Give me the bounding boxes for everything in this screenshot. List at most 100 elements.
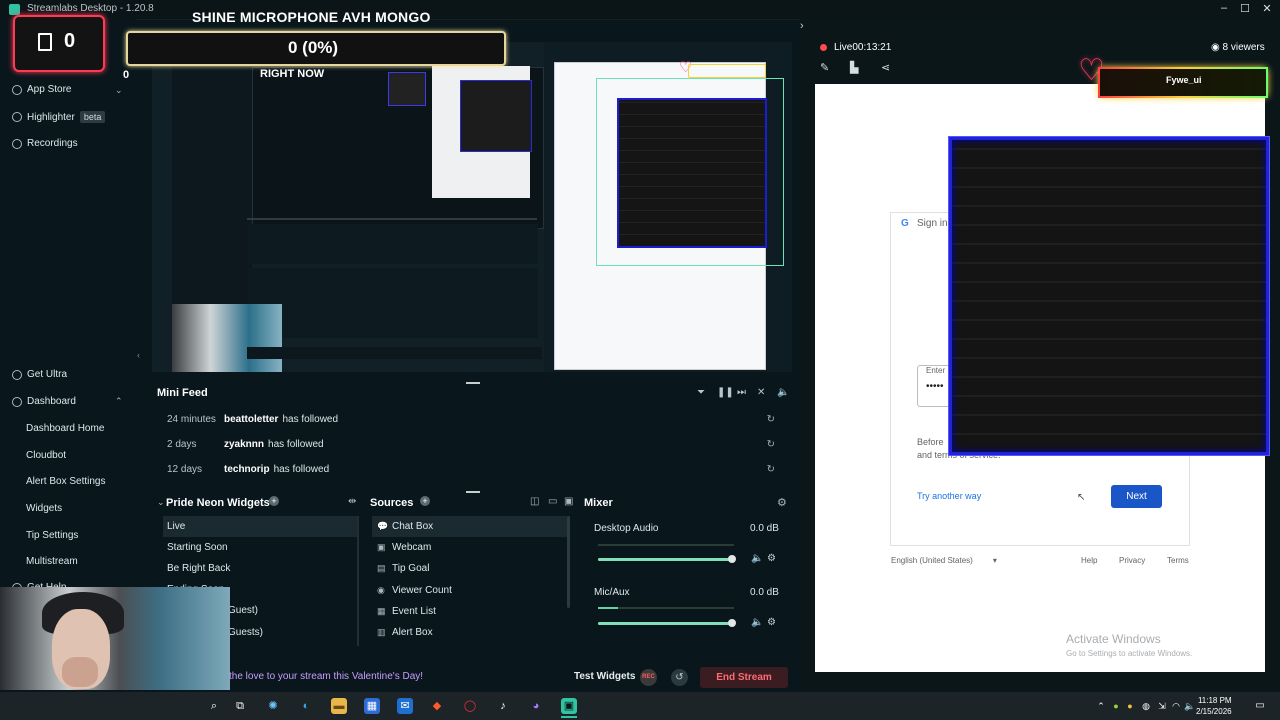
sidebar-item-dashboard[interactable]: Dashboard <box>12 396 76 407</box>
next-button[interactable]: Next <box>1111 485 1162 508</box>
collapse-sidebar-icon[interactable]: ‹ <box>137 350 140 360</box>
replay-icon[interactable]: ↻ <box>767 439 775 450</box>
terms-link[interactable]: Terms <box>1167 556 1189 565</box>
volume-slider[interactable] <box>598 619 736 627</box>
minimize-icon[interactable]: – <box>1215 2 1233 16</box>
share-icon[interactable]: ⋖ <box>881 61 890 74</box>
add-source-icon[interactable]: + <box>420 496 430 506</box>
scene-item[interactable]: Starting Soon <box>163 537 358 558</box>
brave-icon[interactable]: ◆ <box>429 698 445 714</box>
skip-icon[interactable]: ⏭ <box>737 387 746 398</box>
task-view-icon[interactable]: ⧉ <box>232 698 248 714</box>
source-item[interactable]: 💬 Chat Box <box>372 516 567 537</box>
tray-app-icon[interactable]: ◍ <box>1138 698 1154 714</box>
tray-app-icon[interactable]: ● <box>1122 698 1138 714</box>
chevron-down-icon[interactable]: ⌄ <box>115 85 123 96</box>
chevron-up-icon[interactable]: ⌃ <box>1093 698 1109 714</box>
volume-icon[interactable]: 🔈 <box>777 387 789 398</box>
ultra-icon <box>12 369 22 380</box>
filter-icon[interactable]: ⏷ <box>697 387 705 398</box>
volume-fill <box>598 622 734 625</box>
chevron-right-icon[interactable]: › <box>800 20 804 32</box>
mute-alerts-icon[interactable]: ✕ <box>757 387 765 398</box>
replay-icon[interactable]: ↻ <box>767 464 775 475</box>
goal-value: 0 (0%) <box>288 38 339 57</box>
slider-knob[interactable] <box>728 619 736 627</box>
source-selection-box[interactable] <box>596 78 784 266</box>
close-icon[interactable]: ✕ <box>1258 2 1276 16</box>
list-item: 12 days technorip has followed ↻ <box>157 457 789 482</box>
viewer-count-text: 8 viewers <box>1222 42 1265 53</box>
slider-knob[interactable] <box>728 555 736 563</box>
pause-icon[interactable]: ❚❚ <box>717 387 734 398</box>
file-explorer-icon[interactable]: ▬ <box>331 698 347 714</box>
sidebar-item-tip-settings[interactable]: Tip Settings <box>26 530 78 541</box>
add-folder-icon[interactable]: ▣ <box>564 496 573 507</box>
gear-icon[interactable]: ⚙ <box>767 617 776 628</box>
scene-item[interactable]: Be Right Back <box>163 558 358 579</box>
sidebar-item-recordings[interactable]: Recordings <box>12 138 78 149</box>
gear-icon[interactable]: ⚙ <box>767 553 776 564</box>
scenes-title[interactable]: Pride Neon Widgets <box>166 497 270 509</box>
sidebar-item-app-store[interactable]: App Store <box>12 84 71 95</box>
store-icon[interactable]: ▦ <box>364 698 380 714</box>
stream-preview[interactable]: ♡ <box>152 42 792 372</box>
activate-windows-title: Activate Windows <box>1066 632 1161 646</box>
tiktok-icon[interactable]: ♪ <box>495 698 511 714</box>
test-widgets-button[interactable]: Test Widgets <box>574 671 635 682</box>
source-item[interactable]: ▤ Tip Goal <box>372 558 567 579</box>
chevron-down-icon[interactable]: ⌄ <box>157 497 165 508</box>
language-select[interactable]: English (United States) ▾ <box>891 556 997 565</box>
capture-icon[interactable]: ▙ <box>850 61 858 74</box>
clock-time: 11:18 PM <box>1197 696 1232 705</box>
copilot-icon[interactable]: ✺ <box>265 698 281 714</box>
sidebar-item-dashboard-home[interactable]: Dashboard Home <box>26 423 104 434</box>
privacy-link[interactable]: Privacy <box>1119 556 1145 565</box>
edit-icon[interactable]: ✎ <box>820 61 829 74</box>
source-item[interactable]: ▦ Event List <box>372 601 567 622</box>
transition-icon[interactable]: ⇹ <box>348 496 356 507</box>
try-another-way-link[interactable]: Try another way <box>917 491 981 501</box>
gear-icon[interactable]: ⚙ <box>777 496 787 509</box>
sidebar-item-highlighter[interactable]: Highlighter beta <box>12 111 106 123</box>
minifeed-title: Mini Feed <box>157 387 208 399</box>
speaker-icon[interactable]: 🔈 <box>751 553 763 564</box>
end-stream-button[interactable]: End Stream <box>700 667 788 688</box>
drag-handle[interactable] <box>466 382 480 384</box>
source-item[interactable]: ▥ Alert Box <box>372 622 567 643</box>
sidebar-item-cloudbot[interactable]: Cloudbot <box>26 450 66 461</box>
edge-icon[interactable]: ◐ <box>298 698 314 714</box>
maximize-icon[interactable]: ☐ <box>1236 2 1254 16</box>
rec-button[interactable]: REC <box>640 669 657 686</box>
opera-icon[interactable]: ◯ <box>462 698 478 714</box>
sidebar-item-get-ultra[interactable]: Get Ultra <box>12 369 67 380</box>
add-scene-icon[interactable]: + <box>269 496 279 506</box>
valentine-banner: the love to your stream this Valentine's… <box>229 671 424 682</box>
source-item[interactable]: ▣ Webcam <box>372 537 567 558</box>
drag-handle[interactable] <box>466 491 480 493</box>
sidebar-item-widgets[interactable]: Widgets <box>26 503 62 514</box>
mail-icon[interactable]: ✉ <box>397 698 413 714</box>
speaker-icon[interactable]: 🔈 <box>751 617 763 628</box>
replay-icon[interactable]: ↻ <box>767 414 775 425</box>
clock[interactable]: 11:18 PM 2/15/2026 <box>1196 695 1232 717</box>
source-item[interactable]: ◉ Viewer Count <box>372 580 567 601</box>
search-icon[interactable]: ⌕ <box>206 698 222 714</box>
folder-icon[interactable]: ▭ <box>548 496 557 507</box>
scene-item[interactable]: Live <box>163 516 358 537</box>
feed-time: 12 days <box>167 464 203 475</box>
chevron-up-icon[interactable]: ⌃ <box>115 396 123 407</box>
layout-icon[interactable]: ◫ <box>530 496 539 507</box>
notice-line-1: Before <box>917 437 944 447</box>
streamlabs-taskbar-icon[interactable]: ▣ <box>561 698 577 714</box>
volume-slider[interactable] <box>598 555 736 563</box>
sources-scrollbar[interactable] <box>567 516 570 608</box>
replay-buffer-icon[interactable]: ↺ <box>671 669 688 686</box>
mixer-title: Mixer <box>584 497 613 509</box>
sidebar-item-multistream[interactable]: Multistream <box>26 556 78 567</box>
sidebar-item-alert-box-settings[interactable]: Alert Box Settings <box>26 476 105 487</box>
scenes-scrollbar[interactable] <box>357 516 359 646</box>
discord-icon[interactable]: ◕ <box>528 698 544 714</box>
help-link[interactable]: Help <box>1081 556 1097 565</box>
notification-icon[interactable]: ▭ <box>1252 698 1268 714</box>
